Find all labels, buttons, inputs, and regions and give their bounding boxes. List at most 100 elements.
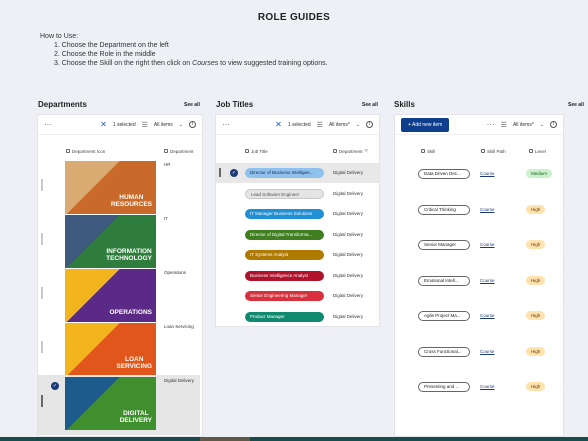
job-department: Digital Delivery — [333, 252, 364, 257]
row-selector-bar[interactable] — [41, 341, 43, 353]
job-title-row[interactable]: Director of Digital Transforma... Digital… — [216, 225, 379, 245]
department-image-text: OPERATIONS — [109, 309, 153, 316]
column-type-icon — [481, 149, 485, 153]
skill-pill[interactable]: Senior Manager — [418, 240, 470, 250]
course-link[interactable]: Course — [480, 242, 495, 247]
col-department-icon[interactable]: Department Icon — [66, 149, 105, 154]
view-filter-icon[interactable]: ☰ — [501, 121, 507, 129]
department-row[interactable]: HUMAN RESOURCES HR — [38, 159, 200, 219]
col-job-title-label: Job Title — [251, 148, 268, 154]
course-link[interactable]: Course — [480, 313, 495, 318]
job-title-pill[interactable]: Director of Business Intelligen... — [245, 168, 324, 178]
view-filter-dropdown[interactable]: All items* — [329, 122, 350, 128]
view-filter-icon[interactable]: ☰ — [142, 121, 148, 129]
job-title-pill[interactable]: Senior Engineering Manager — [245, 291, 324, 301]
course-link[interactable]: Course — [480, 384, 495, 389]
skills-column-headers: Skill Skill Path Level — [395, 135, 563, 159]
job-title-row[interactable]: Senior Engineering Manager Digital Delive… — [216, 286, 379, 306]
course-link[interactable]: Course — [480, 171, 495, 176]
job-titles-see-all-link[interactable]: See all — [362, 102, 378, 108]
skill-pill[interactable]: Critical Thinking — [418, 204, 470, 215]
level-badge: Medium — [526, 169, 553, 178]
skill-row[interactable]: Cross Functional... Course High — [395, 335, 563, 371]
job-department: Digital Delivery — [333, 170, 364, 175]
department-row[interactable]: INFORMATION TECHNOLOGY IT — [38, 213, 200, 273]
department-row[interactable]: ✓ DIGITAL DELIVERY Digital Delivery — [38, 375, 200, 435]
level-badge: High — [526, 204, 546, 214]
row-selector-bar[interactable] — [219, 168, 221, 177]
level-badge: High — [526, 382, 546, 391]
department-row[interactable]: LOAN SERVICING Loan Servicing — [38, 321, 200, 381]
skills-see-all-link[interactable]: See all — [568, 102, 584, 108]
col-level[interactable]: Level — [529, 149, 546, 154]
department-image-accent — [65, 161, 87, 183]
job-title-row[interactable]: IT Systems Analyst Digital Delivery — [216, 245, 379, 265]
job-title-pill[interactable]: Director of Digital Transforma... — [245, 229, 324, 240]
department-image-accent — [65, 323, 87, 345]
more-options-icon[interactable]: ··· — [44, 120, 52, 129]
col-department[interactable]: Department — [164, 149, 194, 154]
course-link[interactable]: Course — [480, 278, 495, 283]
col-skill[interactable]: Skill — [421, 149, 435, 154]
course-link[interactable]: Course — [480, 349, 495, 354]
info-icon[interactable]: i — [550, 121, 557, 128]
row-selector-bar[interactable] — [41, 233, 43, 245]
job-title-pill[interactable]: Business Intelligence Analyst — [245, 270, 324, 281]
skill-pill[interactable]: Cross Functional... — [418, 346, 470, 357]
row-selector-bar[interactable] — [41, 287, 43, 299]
job-title-row[interactable]: Business Intelligence Analyst Digital Del… — [216, 266, 379, 286]
add-new-item-button[interactable]: + Add new item — [401, 117, 450, 132]
col-job-department[interactable]: Department ▽ — [333, 148, 368, 154]
skill-row[interactable]: Agile Project Ma... Course High — [395, 299, 563, 335]
clear-selection-icon[interactable]: ✕ — [100, 120, 107, 129]
skill-row[interactable]: Critical Thinking Course High — [395, 193, 563, 229]
info-icon[interactable]: i — [366, 121, 373, 128]
job-title-row[interactable]: Product Manager Digital Delivery — [216, 307, 379, 327]
department-image-accent — [65, 269, 87, 291]
skill-row[interactable]: Data Driven Dec... Course Medium — [395, 157, 563, 193]
chevron-down-icon[interactable]: ⌄ — [356, 122, 360, 128]
skill-pill[interactable]: Data Driven Dec... — [418, 169, 470, 179]
job-title-row[interactable]: ✓ Director of Business Intelligen... Digit… — [216, 163, 379, 183]
job-title-row[interactable]: IT Manager Business Solutions Digital Del… — [216, 204, 379, 224]
column-type-icon — [164, 149, 168, 153]
col-job-title[interactable]: Job Title — [245, 149, 268, 154]
more-options-icon[interactable]: ··· — [487, 120, 495, 129]
view-filter-icon[interactable]: ☰ — [317, 121, 323, 129]
col-department-label: Department — [170, 148, 194, 154]
skill-row[interactable]: Presenting and ... Course High — [395, 370, 563, 406]
view-filter-dropdown[interactable]: All items — [154, 122, 173, 128]
check-icon[interactable]: ✓ — [51, 382, 59, 390]
department-name: Digital Delivery — [164, 378, 195, 383]
howto-step-2: 2. Choose the Role in the middle — [54, 51, 156, 58]
selected-count: 1 selected — [287, 121, 311, 128]
check-icon[interactable]: ✓ — [230, 169, 238, 177]
filter-icon[interactable]: ▽ — [365, 148, 368, 154]
col-skill-path[interactable]: Skill Path — [481, 149, 506, 154]
more-options-icon[interactable]: ··· — [222, 120, 230, 129]
department-image-text: DIGITAL DELIVERY — [119, 410, 152, 424]
skill-pill[interactable]: Emotional Intell... — [418, 275, 470, 286]
job-title-pill[interactable]: Lead Software Engineer — [245, 188, 324, 199]
row-selector-bar[interactable] — [41, 395, 43, 407]
info-icon[interactable]: i — [189, 121, 196, 128]
job-title-pill[interactable]: IT Systems Analyst — [245, 250, 324, 260]
job-title-pill[interactable]: IT Manager Business Solutions — [245, 209, 324, 219]
departments-see-all-link[interactable]: See all — [184, 102, 200, 108]
skill-row[interactable]: Senior Manager Course High — [395, 228, 563, 264]
view-filter-dropdown[interactable]: All items* — [513, 122, 534, 128]
job-titles-toolbar: ··· ✕ 1 selected ☰ All items* ⌄ i — [216, 115, 379, 135]
department-row[interactable]: OPERATIONS Operations — [38, 267, 200, 327]
chevron-down-icon[interactable]: ⌄ — [540, 122, 544, 128]
course-link[interactable]: Course — [480, 207, 495, 212]
job-title-pill[interactable]: Product Manager — [245, 311, 324, 322]
row-selector-bar[interactable] — [41, 179, 43, 191]
page-title: ROLE GUIDES — [257, 12, 331, 23]
clear-selection-icon[interactable]: ✕ — [275, 120, 282, 129]
skill-pill[interactable]: Agile Project Ma... — [418, 311, 470, 321]
skill-row[interactable]: Emotional Intell... Course High — [395, 264, 563, 300]
skill-pill[interactable]: Presenting and ... — [418, 382, 470, 392]
job-title-row[interactable]: Lead Software Engineer Digital Delivery — [216, 184, 379, 204]
howto-courses-emph: Courses — [192, 60, 219, 67]
chevron-down-icon[interactable]: ⌄ — [179, 122, 183, 128]
